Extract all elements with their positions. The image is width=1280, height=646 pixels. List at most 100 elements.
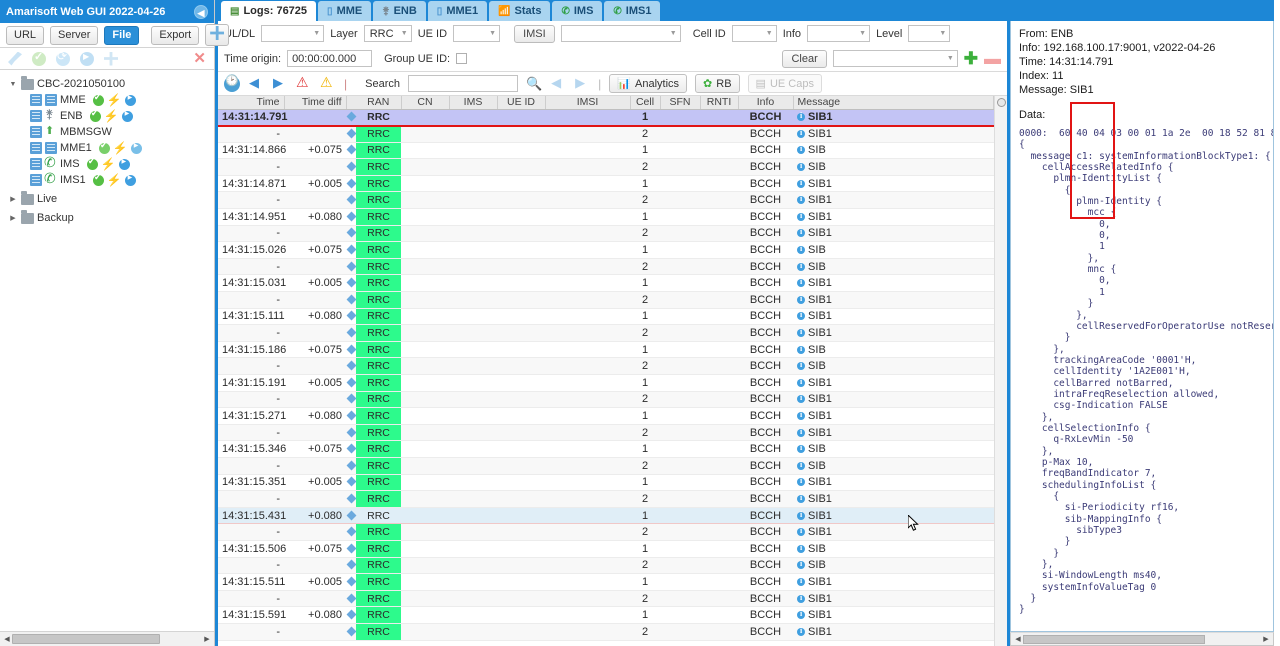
play-icon[interactable] [80, 51, 94, 66]
table-row[interactable]: 14:31:14.871+0.005 RRC 1 BCCH SIB1 [218, 175, 994, 193]
scroll-left-icon[interactable]: ◀ [1013, 635, 1023, 643]
table-row[interactable]: - RRC 2 BCCH SIB1 [218, 523, 994, 541]
tree-item-root[interactable]: ▼ CBC-2021050100 [4, 75, 214, 92]
table-row[interactable]: 14:31:15.026+0.075 RRC 1 BCCH SIB [218, 241, 994, 259]
file-button[interactable]: File [104, 25, 140, 45]
scrollbar-thumb[interactable] [1023, 634, 1205, 644]
tab-enb[interactable]: ⚵ ENB [373, 1, 426, 21]
group-ueid-checkbox[interactable] [456, 53, 468, 64]
table-row[interactable]: - RRC 2 BCCH SIB1 [218, 623, 994, 641]
add-preset-icon[interactable]: ✚ [964, 50, 978, 67]
table-row[interactable]: - RRC 2 BCCH SIB1 [218, 225, 994, 243]
url-button[interactable]: URL [6, 25, 45, 45]
imsi-button[interactable]: IMSI [514, 24, 555, 43]
scroll-left-icon[interactable]: ◀ [2, 635, 12, 643]
col-timediff[interactable]: Time diff [284, 96, 347, 110]
chevron-down-icon[interactable]: ▼ [8, 81, 18, 88]
refresh-icon[interactable] [56, 49, 70, 66]
rb-button[interactable]: ✿ RB [695, 74, 740, 93]
tree-item-ims[interactable]: IMS ⚡ [4, 154, 214, 172]
imsi-select[interactable]: ▼ [560, 25, 681, 42]
table-row[interactable]: 14:31:15.031+0.005 RRC 1 BCCH SIB1 [218, 274, 994, 293]
table-row[interactable]: 14:31:15.506+0.075 RRC 1 BCCH SIB [218, 540, 994, 558]
remove-preset-icon[interactable]: ▬ [984, 50, 1001, 67]
tab-ims[interactable]: ✆ IMS [552, 1, 603, 21]
col-ueid[interactable]: UE ID [497, 96, 546, 110]
analytics-button[interactable]: 📊 Analytics [609, 74, 688, 93]
col-time[interactable]: Time [218, 96, 285, 110]
layer-select[interactable]: RRC ▼ [363, 25, 412, 42]
table-row[interactable]: 14:31:15.346+0.075 RRC 1 BCCH SIB [218, 440, 994, 458]
table-row[interactable]: 14:31:15.271+0.080 RRC 1 BCCH SIB1 [218, 407, 994, 425]
scroll-right-icon[interactable]: ▶ [202, 635, 212, 643]
add-icon[interactable] [205, 24, 230, 46]
tab-ims1[interactable]: ✆ IMS1 [604, 1, 661, 21]
uldl-select[interactable]: ▼ [261, 25, 325, 42]
server-button[interactable]: Server [50, 25, 99, 45]
table-row[interactable]: 14:31:14.951+0.080 RRC 1 BCCH SIB1 [218, 208, 994, 226]
col-ran[interactable]: RAN [356, 96, 402, 110]
start-icon[interactable] [118, 158, 130, 170]
binoculars-icon[interactable]: 🔍 [526, 76, 542, 92]
col-info[interactable]: Info [738, 96, 794, 110]
search-input[interactable] [407, 75, 518, 92]
table-row[interactable]: - RRC 2 BCCH SIB [218, 557, 994, 575]
table-row[interactable]: - RRC 2 BCCH SIB [218, 158, 994, 176]
table-row[interactable]: 14:31:15.431+0.080 RRC 1 BCCH SIB1 [218, 507, 994, 525]
start-icon[interactable] [124, 174, 136, 186]
col-cell[interactable]: Cell [630, 96, 661, 110]
col-imsi[interactable]: IMSI [545, 96, 631, 110]
sidebar-horizontal-scrollbar[interactable]: ◀ ▶ [0, 631, 214, 646]
scroll-handle-icon[interactable] [997, 98, 1006, 107]
warning-icon[interactable] [320, 74, 336, 92]
tree-item-enb[interactable]: ENB ⚡ [4, 107, 214, 124]
col-ims[interactable]: IMS [449, 96, 498, 110]
table-row[interactable]: - RRC 2 BCCH SIB [218, 457, 994, 475]
check-icon[interactable] [32, 50, 46, 66]
table-row[interactable]: - RRC 2 BCCH SIB1 [218, 291, 994, 309]
log-vertical-scrollbar[interactable] [994, 96, 1007, 646]
table-row[interactable]: - RRC 2 BCCH SIB [218, 357, 994, 375]
tree-item-mme1[interactable]: MME1 ⚡ [4, 140, 214, 156]
chevron-left-icon[interactable]: ◀ [194, 4, 208, 19]
wrench-icon[interactable] [8, 51, 22, 66]
plus-icon[interactable] [104, 51, 118, 66]
table-row[interactable]: 14:31:15.186+0.075 RRC 1 BCCH SIB [218, 341, 994, 359]
table-row[interactable]: - RRC 2 BCCH SIB [218, 258, 994, 276]
chevron-right-icon[interactable]: ▶ [8, 214, 18, 222]
table-row[interactable]: 14:31:15.191+0.005 RRC 1 BCCH SIB1 [218, 374, 994, 392]
tab-mme[interactable]: ▯ MME [318, 1, 372, 21]
table-row[interactable]: 14:31:14.791 RRC 1 BCCH SIB1 [218, 109, 994, 127]
table-row[interactable]: 14:31:14.866+0.075 RRC 1 BCCH SIB [218, 142, 994, 160]
col-rnti[interactable]: RNTI [700, 96, 739, 110]
scrollbar-thumb[interactable] [12, 634, 160, 644]
tree-item-mme[interactable]: MME ⚡ [4, 92, 214, 108]
tree-item-live[interactable]: ▶ Live [4, 190, 214, 207]
export-button[interactable]: Export [151, 25, 200, 45]
scroll-right-icon[interactable]: ▶ [1261, 635, 1271, 643]
tab-logs[interactable]: ▤ Logs: 76725 [221, 1, 317, 21]
tree-item-mbmsgw[interactable]: MBMSGW [4, 124, 214, 140]
table-row[interactable]: - RRC 2 BCCH SIB1 [218, 191, 994, 210]
cellid-select[interactable]: ▼ [731, 25, 777, 42]
error-icon[interactable] [296, 74, 312, 92]
tab-stats[interactable]: 📶 Stats [489, 1, 551, 21]
table-row[interactable]: - RRC 2 BCCH SIB1 [218, 490, 994, 508]
table-row[interactable]: - RRC 2 BCCH SIB1 [218, 424, 994, 442]
clock-icon[interactable] [224, 74, 240, 92]
tab-mme1[interactable]: ▯ MME1 [427, 1, 488, 21]
close-icon[interactable]: ✕ [193, 51, 206, 66]
level-select[interactable]: ▼ [908, 25, 951, 42]
table-row[interactable]: - RRC 2 BCCH SIB1 [218, 324, 994, 342]
table-row[interactable]: 14:31:15.111+0.080 RRC 1 BCCH SIB1 [218, 308, 994, 326]
preset-select[interactable]: ▼ [832, 50, 958, 67]
start-icon[interactable] [121, 110, 133, 122]
detail-horizontal-scrollbar[interactable]: ◀ ▶ [1010, 632, 1274, 646]
arrow-left-icon[interactable] [248, 75, 264, 92]
tree-item-backup[interactable]: ▶ Backup [4, 209, 214, 226]
clear-button[interactable]: Clear [782, 49, 827, 68]
arrow-right-icon[interactable] [272, 75, 288, 92]
time-origin-input[interactable]: 00:00:00.000 [287, 50, 373, 67]
start-icon[interactable] [124, 94, 136, 106]
prev-match-icon[interactable] [550, 75, 566, 92]
